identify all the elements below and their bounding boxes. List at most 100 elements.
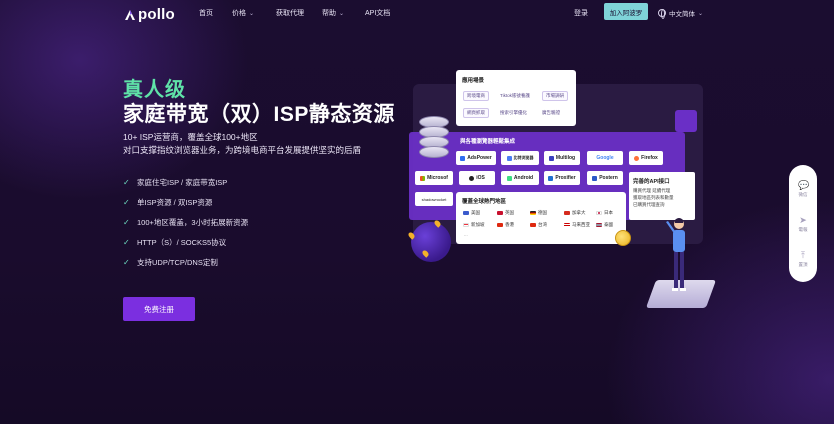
- free-register-button[interactable]: 免费注册: [123, 297, 195, 321]
- nav-item-label: API文档: [365, 10, 391, 17]
- scenarios-title: 應用場景: [462, 78, 485, 84]
- hero-title: 家庭带宽（双）ISP静态资源: [123, 103, 395, 126]
- float-item-label: 置頂: [798, 261, 808, 267]
- api-card: 完善的API接口 購買代理 延續代理 獲取地區列表和數量 已購買代理查詢: [629, 172, 695, 220]
- nav-item-home[interactable]: 首页: [199, 8, 213, 18]
- feature-text: 家庭住宅ISP / 家庭带宽ISP: [137, 177, 228, 187]
- api-title: 完善的API接口: [633, 179, 670, 185]
- flag-icon: [564, 223, 570, 227]
- region-name: 美国: [471, 210, 480, 215]
- globe-icon: [658, 9, 666, 19]
- flag-icon: [596, 211, 602, 215]
- float-item-wechat[interactable]: 💬 微信: [798, 180, 809, 198]
- database-icon: [419, 116, 449, 160]
- decor-square: [675, 110, 697, 132]
- feature-list: ✓ 家庭住宅ISP / 家庭带宽ISP ✓ 单ISP资源 / 双ISP资源 ✓ 100…: [123, 172, 248, 272]
- check-icon: ✓: [123, 197, 130, 207]
- flag-icon: [564, 211, 570, 215]
- language-selector[interactable]: 中文简体 ⌄: [658, 8, 704, 19]
- chevron-down-icon: ⌄: [339, 10, 345, 17]
- scenario-tag: 搜索引擎優化: [500, 110, 527, 115]
- microsoft-icon: [420, 175, 426, 181]
- region-name: 新加坡: [471, 222, 485, 227]
- flag-icon: [596, 223, 602, 227]
- flag-icon: [530, 211, 536, 215]
- float-item-label: 電報: [798, 226, 808, 232]
- brand-label: Multilog: [555, 155, 576, 161]
- brand-label: Android: [513, 175, 534, 181]
- regions-title: 覆蓋全球熱門地區: [462, 199, 507, 205]
- region-name: 日本: [604, 210, 613, 215]
- nav-item-label: 首页: [199, 10, 213, 17]
- brand-bitbrowser: 比特浏览器: [501, 151, 539, 165]
- hero-illustration: 應用場景 跨境電商 Tiktok賬號養護 市場調研 網頁抓取 搜索引擎優化 廣告…: [405, 66, 717, 326]
- nav-item-api-docs[interactable]: API文档: [365, 8, 390, 18]
- region-name: 泰國: [604, 222, 613, 227]
- world-globe-icon: [411, 222, 451, 262]
- feature-item: ✓ HTTP（S）/ SOCKS5协议: [123, 232, 248, 252]
- chevron-down-icon: ⌄: [249, 10, 255, 17]
- float-item-back-to-top[interactable]: ⤒ 置頂: [798, 250, 808, 268]
- logo-text: pollo: [138, 6, 175, 23]
- brand-shadowrocket: shadowrocket: [415, 192, 453, 206]
- nav-item-pricing[interactable]: 价格 ⌄: [232, 8, 254, 18]
- flag-icon: [530, 223, 536, 227]
- scenario-tag: 網頁抓取: [463, 108, 489, 118]
- brand-label: 比特浏览器: [513, 155, 534, 160]
- feature-text: 支持UDP/TCP/DNS定制: [137, 257, 218, 267]
- nav-item-get-proxy[interactable]: 获取代理: [276, 8, 304, 18]
- check-icon: ✓: [123, 217, 130, 227]
- region-item: 泰國: [596, 222, 613, 228]
- scenario-tag: Tiktok賬號養護: [500, 93, 530, 98]
- hero-subtitle-line: 10+ ISP运营商，覆盖全球100+地区: [123, 132, 258, 142]
- feature-item: ✓ 单ISP资源 / 双ISP资源: [123, 192, 248, 212]
- check-icon: ✓: [123, 257, 130, 267]
- flag-icon: [497, 211, 503, 215]
- android-icon: [506, 175, 512, 181]
- brand-android: Android: [501, 171, 539, 185]
- nav-item-help[interactable]: 帮助 ⌄: [322, 8, 344, 18]
- join-button[interactable]: 加入阿波罗: [604, 3, 648, 20]
- region-item: 加拿大: [564, 210, 586, 216]
- nav-item-label: 价格: [232, 10, 246, 17]
- brand-label: iOS: [476, 175, 485, 181]
- region-item: 香港: [497, 222, 514, 228]
- region-name: 马来西亚: [572, 222, 590, 227]
- logo-a-icon: [125, 9, 135, 20]
- apple-icon: [469, 175, 475, 181]
- hero-subtitle-line: 对口支撑指纹浏览器业务，为跨境电商平台发展提供坚实的后盾: [123, 145, 362, 155]
- regions-more: ...: [464, 232, 468, 237]
- multilogin-icon: [548, 155, 554, 161]
- flag-icon: [497, 223, 503, 227]
- language-label: 中文简体: [669, 11, 695, 18]
- scenario-tag: 廣告驗證: [542, 110, 560, 115]
- login-link[interactable]: 登录: [574, 8, 588, 18]
- brand-label: Microsof: [427, 175, 448, 181]
- brand-label: Google: [596, 155, 614, 161]
- region-item: 英国: [497, 210, 514, 216]
- float-item-telegram[interactable]: ➤ 電報: [798, 215, 808, 233]
- brand-label: AdsPower: [467, 155, 492, 161]
- postern-icon: [592, 175, 598, 181]
- hero-subtitle: 10+ ISP运营商，覆盖全球100+地区 对口支撑指纹浏览器业务，为跨境电商平…: [123, 131, 361, 157]
- brand-label: shadowrocket: [421, 196, 447, 202]
- brand-adspower: AdsPower: [456, 151, 496, 165]
- brand-firefox: Firefox: [629, 151, 663, 165]
- region-name: 香港: [505, 222, 514, 227]
- top-navbar: pollo 首页 价格 ⌄ 获取代理 帮助 ⌄ API文档 登录 加入阿波罗 中…: [0, 0, 834, 26]
- api-line: 已購買代理查詢: [633, 202, 665, 207]
- region-item: 台湾: [530, 222, 547, 228]
- check-icon: ✓: [123, 177, 130, 187]
- brand-google: Google: [587, 151, 623, 165]
- scenario-tag: 跨境電商: [463, 91, 489, 101]
- api-line: 獲取地區列表和數量: [633, 195, 674, 200]
- apollo-logo[interactable]: pollo: [124, 6, 175, 23]
- feature-item: ✓ 家庭住宅ISP / 家庭带宽ISP: [123, 172, 248, 192]
- region-item: 德国: [530, 210, 547, 216]
- firefox-icon: [634, 155, 640, 161]
- scenarios-card: 應用場景 跨境電商 Tiktok賬號養護 市場調研 網頁抓取 搜索引擎優化 廣告…: [456, 70, 576, 126]
- brand-postern: Postern: [587, 171, 623, 185]
- nav-item-label: 帮助: [322, 10, 336, 17]
- float-item-label: 微信: [798, 191, 808, 197]
- chevron-down-icon: ⌄: [698, 10, 704, 17]
